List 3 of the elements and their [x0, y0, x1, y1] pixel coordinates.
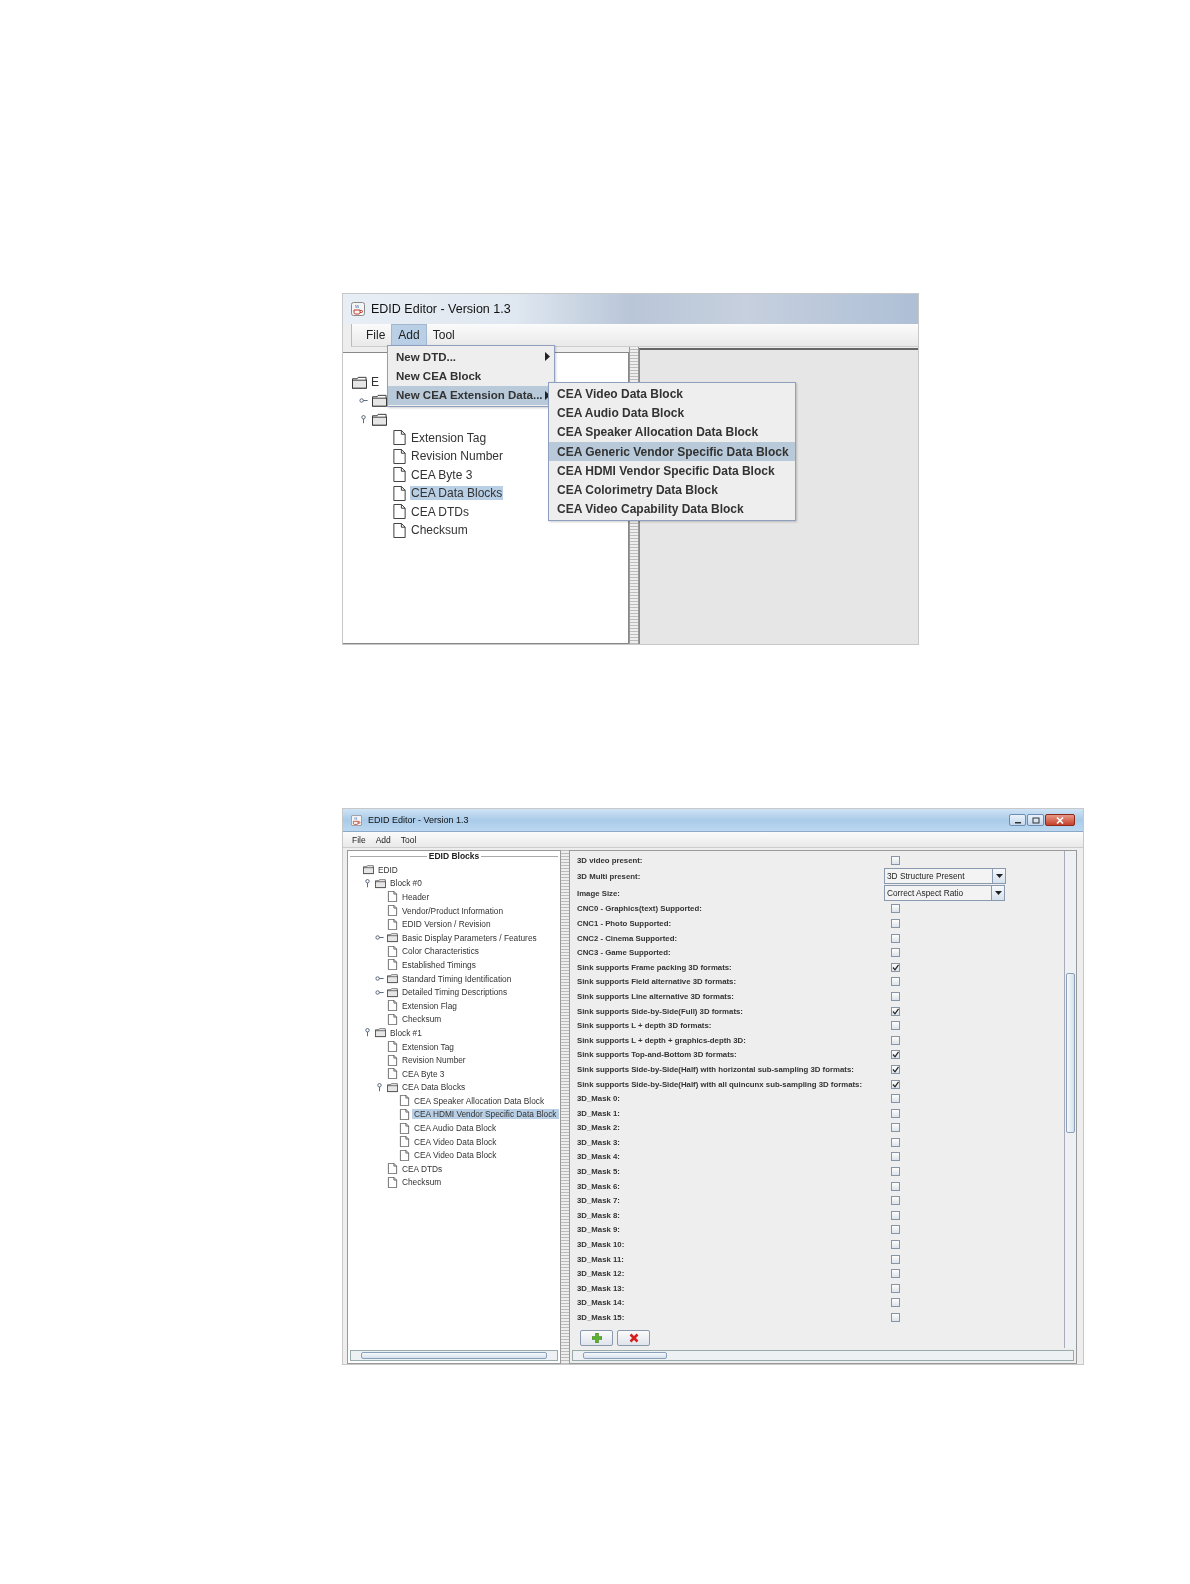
window-title: EDID Editor - Version 1.3	[371, 302, 511, 316]
panel-title: EDID Blocks	[427, 851, 481, 861]
window-title: EDID Editor - Version 1.3	[368, 815, 469, 825]
